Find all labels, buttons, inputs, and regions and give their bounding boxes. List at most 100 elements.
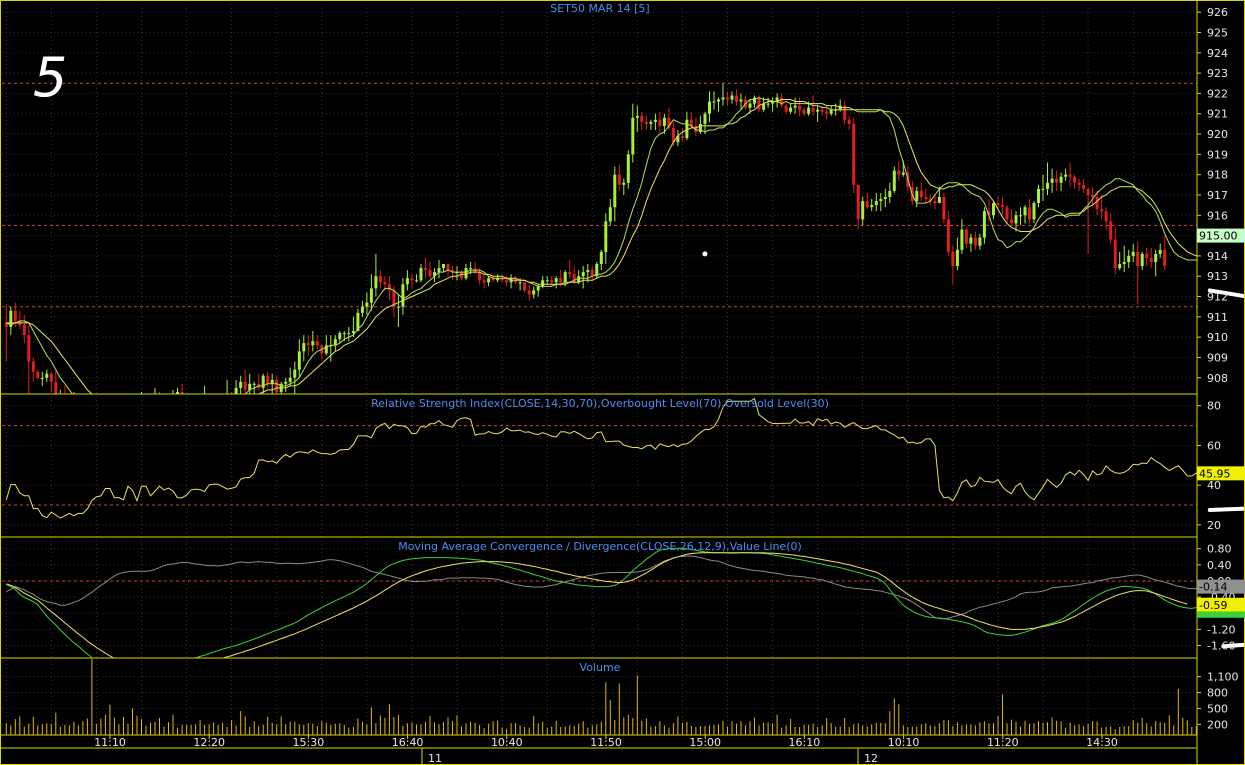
candle-up (136, 416, 139, 418)
candle-down (22, 324, 26, 336)
candle-up (1118, 264, 1122, 269)
candle-up (870, 205, 874, 208)
candle-up (829, 109, 833, 114)
candle-up (127, 427, 130, 428)
candle-up (708, 101, 711, 114)
candle-up (190, 408, 193, 410)
candle-down (942, 197, 946, 220)
candle-down (424, 268, 427, 271)
candle-up (419, 268, 423, 281)
rsi-tick-label: 60 (1207, 439, 1221, 452)
macd-plot-area (2, 547, 1197, 658)
candle-down (1077, 182, 1081, 185)
last-macd-hist-tag: -0.14 (1199, 581, 1227, 594)
candle-down (1109, 221, 1113, 240)
price-tick-label: 909 (1207, 351, 1228, 364)
candle-up (396, 306, 400, 308)
candle-up (901, 172, 905, 175)
candle-down (1068, 174, 1072, 177)
candle-down (568, 272, 572, 275)
candle-up (883, 197, 887, 199)
candle-down (897, 170, 901, 175)
candle-down (1001, 205, 1004, 208)
candle-down (1095, 197, 1099, 210)
candle-up (554, 278, 558, 283)
candle-up (72, 402, 75, 404)
candle-up (861, 201, 865, 220)
candle-up (1037, 188, 1040, 204)
candle-up (717, 99, 720, 102)
candle-down (81, 412, 84, 420)
rsi-trendline (1207, 506, 1245, 512)
candle-up (1023, 207, 1027, 216)
price-tick-label: 916 (1207, 209, 1228, 222)
candle-down (1113, 239, 1117, 268)
candle-down (780, 97, 784, 106)
candle-down (410, 278, 414, 281)
price-tick-label: 918 (1207, 169, 1228, 182)
chart-number-label: 5 (33, 46, 67, 109)
candle-up (1032, 203, 1036, 220)
rsi-panel-title: Relative Strength Index(CLOSE,14,30,70),… (371, 397, 829, 410)
candle-down (1149, 257, 1153, 262)
candle-down (550, 280, 554, 283)
candle-up (1050, 178, 1054, 183)
candle-up (284, 381, 288, 384)
candle-down (482, 280, 486, 283)
candle-down (1028, 207, 1031, 220)
chart-grid (2, 0, 1197, 735)
candle-down (996, 203, 1000, 206)
candle-down (856, 184, 860, 220)
rsi-panel (2, 397, 1245, 519)
candle-down (180, 392, 184, 394)
candle-up (437, 268, 441, 273)
candle-up (978, 237, 982, 246)
price-marker-dot (702, 251, 708, 257)
candle-down (505, 280, 509, 283)
macd-tick-label: -1.20 (1207, 623, 1235, 636)
candle-down (1100, 209, 1104, 212)
candle-down (108, 420, 111, 424)
macd-tick-label: 0.40 (1207, 559, 1232, 572)
price-tick-label: 919 (1207, 148, 1228, 161)
macd-signal-line (6, 552, 1188, 658)
outer-frame (0, 0, 1245, 765)
candle-up (969, 237, 973, 244)
rsi-line (5, 397, 1197, 519)
candle-down (145, 404, 148, 410)
last-macd-signal-tag: -0.59 (1199, 599, 1227, 612)
rsi-tick-label: 80 (1207, 400, 1221, 413)
day-label: 11 (428, 752, 442, 765)
candle-up (293, 369, 297, 378)
candle-down (95, 420, 98, 424)
price-tick-label: 922 (1207, 87, 1228, 100)
candle-up (45, 373, 49, 378)
candle-up (1127, 255, 1131, 262)
candle-up (405, 278, 409, 285)
candle-up (288, 377, 292, 382)
time-tick-label: 11:10 (94, 736, 126, 749)
price-tick-label: 910 (1207, 331, 1228, 344)
candle-up (955, 249, 959, 266)
candle-up (221, 400, 224, 401)
candle-up (753, 97, 756, 104)
candle-down (1082, 184, 1086, 189)
candle-down (617, 174, 621, 185)
candle-up (217, 400, 220, 401)
candle-down (1104, 211, 1108, 222)
candle-down (865, 201, 869, 208)
time-tick-label: 10:10 (888, 736, 920, 749)
candle-up (131, 418, 134, 426)
candle-up (703, 113, 707, 124)
candle-down (798, 105, 802, 110)
candle-up (1059, 176, 1063, 183)
time-tick-label: 15:00 (689, 736, 721, 749)
candle-down (113, 425, 116, 431)
candle-up (194, 402, 197, 408)
candle-down (163, 410, 166, 414)
candle-up (270, 379, 274, 384)
candle-up (1131, 251, 1135, 256)
macd-histogram-line (6, 555, 1197, 620)
candle-up (252, 383, 256, 385)
candle-down (523, 282, 527, 291)
